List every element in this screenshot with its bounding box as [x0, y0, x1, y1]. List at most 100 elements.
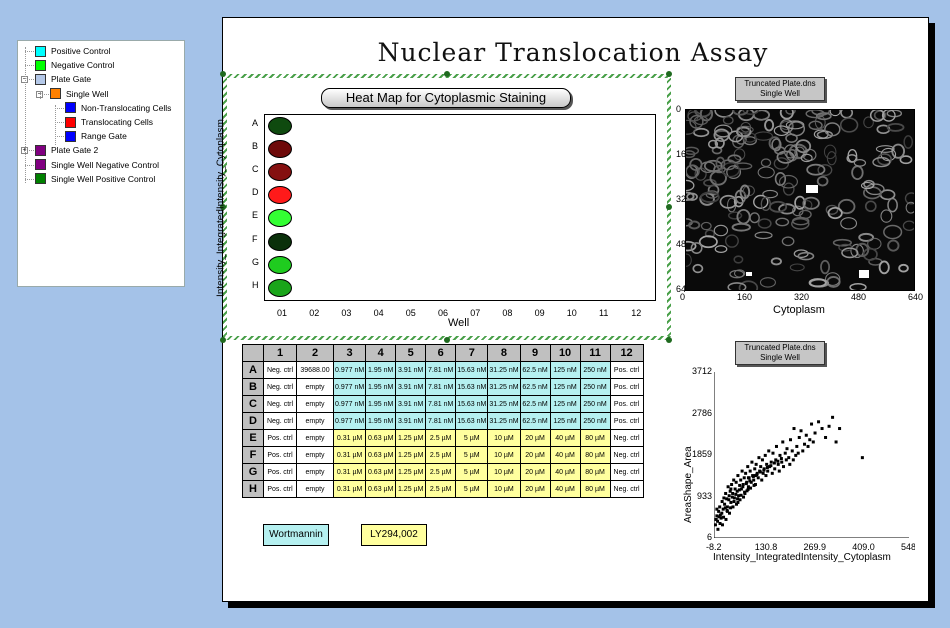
plate-cell[interactable]: empty	[296, 480, 334, 498]
plate-cell[interactable]: 125 nM	[549, 378, 581, 396]
plate-cell[interactable]: 0.31 µM	[332, 480, 367, 498]
plate-cell[interactable]: 7.81 nM	[425, 361, 457, 379]
plate-cell[interactable]: 0.31 µM	[332, 429, 367, 447]
plate-cell[interactable]: 7.81 nM	[425, 412, 457, 430]
plate-cell[interactable]: 250 nM	[579, 395, 611, 413]
plate-cell[interactable]: Neg. ctrl	[609, 429, 644, 447]
plate-cell[interactable]: 1.95 nM	[365, 361, 397, 379]
plate-cell[interactable]: 15.63 nM	[455, 378, 489, 396]
plate-cell[interactable]: 62.5 nM	[519, 412, 551, 430]
tree-item[interactable]: Positive Control	[35, 45, 111, 57]
plate-cell[interactable]: Pos. ctrl	[609, 395, 644, 413]
plate-cell[interactable]: 10 µM	[487, 480, 521, 498]
plate-cell[interactable]: 5 µM	[455, 429, 489, 447]
plate-cell[interactable]: 7.81 nM	[425, 395, 457, 413]
tree-item[interactable]: Single Well Negative Control	[35, 159, 159, 171]
plate-cell[interactable]: Neg. ctrl	[263, 395, 297, 413]
plate-cell[interactable]: 80 µM	[579, 463, 611, 481]
plate-cell[interactable]: 1.95 nM	[365, 378, 397, 396]
plate-cell[interactable]: 0.63 µM	[365, 429, 397, 447]
plate-cell[interactable]: 1.25 µM	[395, 446, 427, 464]
heatmap-cell[interactable]	[268, 232, 292, 251]
plate-cell[interactable]: 0.63 µM	[365, 480, 397, 498]
plate-cell[interactable]: Pos. ctrl	[263, 446, 297, 464]
plate-cell[interactable]: Neg. ctrl	[263, 412, 297, 430]
plate-cell[interactable]: Pos. ctrl	[609, 361, 644, 379]
plate-cell[interactable]: 20 µM	[519, 446, 551, 464]
resize-handle-b[interactable]	[444, 337, 450, 343]
plate-cell[interactable]: 20 µM	[519, 429, 551, 447]
plate-cell[interactable]: 5 µM	[455, 446, 489, 464]
plate-cell[interactable]: 1.25 µM	[395, 480, 427, 498]
heatmap-cell[interactable]	[268, 186, 292, 205]
plate-cell[interactable]: 2.5 µM	[425, 446, 457, 464]
plate-cell[interactable]: 31.25 nM	[487, 412, 521, 430]
heatmap-cell[interactable]	[268, 255, 292, 274]
plate-cell[interactable]: 80 µM	[579, 429, 611, 447]
plate-cell[interactable]: 2.5 µM	[425, 429, 457, 447]
tree-item[interactable]: Plate Gate	[35, 73, 91, 85]
scatter-plot[interactable]	[714, 372, 909, 538]
heatmap-cell[interactable]	[268, 163, 292, 182]
plate-cell[interactable]: 31.25 nM	[487, 361, 521, 379]
plate-cell[interactable]: Neg. ctrl	[609, 480, 644, 498]
plate-cell[interactable]: 5 µM	[455, 463, 489, 481]
plate-cell[interactable]: 0.31 µM	[332, 446, 367, 464]
plate-cell[interactable]: 3.91 nM	[395, 395, 427, 413]
plate-cell[interactable]: 0.977 nM	[332, 378, 367, 396]
plate-cell[interactable]: Pos. ctrl	[609, 412, 644, 430]
plate-cell[interactable]: Neg. ctrl	[263, 378, 297, 396]
plate-cell[interactable]: 62.5 nM	[519, 361, 551, 379]
tree-item[interactable]: Non-Translocating Cells	[65, 102, 171, 114]
heatmap-cell[interactable]	[268, 117, 292, 135]
plate-cell[interactable]: 62.5 nM	[519, 378, 551, 396]
plate-cell[interactable]: 2.5 µM	[425, 480, 457, 498]
tree-item[interactable]: Range Gate	[65, 130, 127, 142]
plate-cell[interactable]: empty	[296, 378, 334, 396]
plate-cell[interactable]: 0.977 nM	[332, 412, 367, 430]
plate-cell[interactable]: 1.25 µM	[395, 463, 427, 481]
plate-cell[interactable]: 0.31 µM	[332, 463, 367, 481]
plate-cell[interactable]: 40 µM	[549, 480, 581, 498]
plate-cell[interactable]: 0.63 µM	[365, 446, 397, 464]
plate-cell[interactable]: 0.977 nM	[332, 361, 367, 379]
plate-cell[interactable]: 250 nM	[579, 378, 611, 396]
plate-cell[interactable]: Neg. ctrl	[609, 463, 644, 481]
plate-cell[interactable]: 10 µM	[487, 429, 521, 447]
plate-cell[interactable]: 0.63 µM	[365, 463, 397, 481]
plate-cell[interactable]: empty	[296, 429, 334, 447]
heatmap-cell[interactable]	[268, 278, 292, 297]
plate-cell[interactable]: 80 µM	[579, 446, 611, 464]
plate-cell[interactable]: 3.91 nM	[395, 361, 427, 379]
plate-cell[interactable]: 20 µM	[519, 463, 551, 481]
plate-cell[interactable]: 7.81 nM	[425, 378, 457, 396]
plate-cell[interactable]: 3.91 nM	[395, 412, 427, 430]
plate-cell[interactable]: 3.91 nM	[395, 378, 427, 396]
plate-cell[interactable]: 40 µM	[549, 429, 581, 447]
plate-cell[interactable]: empty	[296, 463, 334, 481]
plate-cell[interactable]: 39688.00	[296, 361, 334, 379]
tree-item[interactable]: Negative Control	[35, 59, 114, 71]
tree-item[interactable]: Translocating Cells	[65, 116, 153, 128]
plate-cell[interactable]: 250 nM	[579, 412, 611, 430]
plate-cell[interactable]: 20 µM	[519, 480, 551, 498]
plate-cell[interactable]: 1.95 nM	[365, 395, 397, 413]
plate-cell[interactable]: 125 nM	[549, 361, 581, 379]
tree-item[interactable]: Single Well Positive Control	[35, 173, 155, 185]
plate-cell[interactable]: Neg. ctrl	[263, 361, 297, 379]
plate-cell[interactable]: Pos. ctrl	[263, 480, 297, 498]
plate-cell[interactable]: 10 µM	[487, 463, 521, 481]
heatmap-cell[interactable]	[268, 140, 292, 159]
resize-handle-tr[interactable]	[666, 71, 672, 77]
resize-handle-r[interactable]	[666, 204, 672, 210]
tree-item[interactable]: Single Well	[50, 88, 108, 100]
resize-handle-br[interactable]	[666, 337, 672, 343]
plate-cell[interactable]: Pos. ctrl	[263, 463, 297, 481]
plate-cell[interactable]: 62.5 nM	[519, 395, 551, 413]
plate-cell[interactable]: 5 µM	[455, 480, 489, 498]
resize-handle-t[interactable]	[444, 71, 450, 77]
plate-cell[interactable]: Neg. ctrl	[609, 446, 644, 464]
plate-cell[interactable]: 15.63 nM	[455, 412, 489, 430]
heatmap-cell[interactable]	[268, 209, 292, 228]
plate-cell[interactable]: empty	[296, 412, 334, 430]
